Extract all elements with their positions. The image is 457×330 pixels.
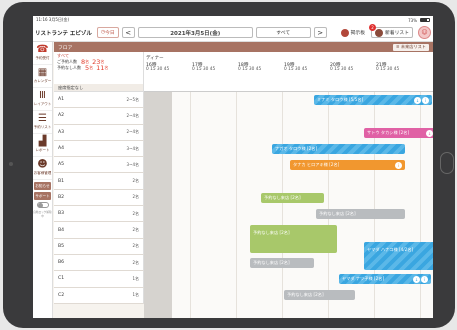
reservation-bar[interactable]: 予約なし来店 [2名] <box>261 193 324 203</box>
chart-icon: ▟ <box>38 136 47 147</box>
table-row[interactable]: A4 3~4名 <box>54 140 144 158</box>
summary-panel: すべて ご予約人数 8名 23 名 予約なし人数 5名 11 名 <box>54 52 144 84</box>
customers-icon: ☻ <box>37 159 48 170</box>
sidebar-item-customers[interactable]: ☻ お客様管理 <box>33 157 52 180</box>
auto-lock-toggle[interactable] <box>36 202 49 208</box>
minute-ticks: 0 15 30 45 <box>376 67 400 72</box>
table-row[interactable]: A3 2~4名 <box>54 124 144 141</box>
sidebar-item-report[interactable]: ▟ レポート <box>33 134 52 157</box>
new-list-button[interactable]: 新着リスト 2 <box>369 24 413 38</box>
notification-badge: 2 <box>369 24 376 31</box>
reservation-bar[interactable]: ヤマダ ナツ子様 [2名] ↓ i <box>339 274 431 284</box>
main-panel: フロア ≡ 未来店リスト すべて ご予約人数 8名 23 名 予約なし人数 5名 … <box>54 42 433 318</box>
battery-percent: 73% <box>408 17 417 23</box>
table-row[interactable]: B6 2名 <box>54 254 144 272</box>
app-screen: 11:16 3月5日(金) 73% リストランテ エピゾル ◷ 今日 < 2021… <box>33 16 433 318</box>
toggle-caption: 自動ロック解除中 <box>33 211 52 218</box>
camera-dot <box>9 162 13 166</box>
table-row[interactable]: B1 2名 <box>54 173 144 190</box>
reservation-bar[interactable]: ナガオ タロウ様 [2名] <box>272 144 405 154</box>
table-layout-icon: Ⅲ <box>39 90 46 101</box>
table-row[interactable]: A2 2~4名 <box>54 108 144 125</box>
table-row[interactable]: B2 2名 <box>54 189 144 207</box>
store-name: リストランテ エピゾル <box>35 30 92 37</box>
sidebar-item-calendar[interactable]: ▦ カレンダー <box>33 65 52 88</box>
support-button[interactable]: サポート <box>34 192 51 200</box>
reservation-bar[interactable]: 予約なし来店 [2名] <box>316 209 405 219</box>
date-selector[interactable]: 2021年3月5日(金) <box>137 27 253 38</box>
table-row[interactable]: B4 2名 <box>54 222 144 239</box>
sidebar-item-reception[interactable]: ☎ 予約受付 <box>33 42 52 65</box>
new-list-icon <box>375 28 383 37</box>
floor-label[interactable]: フロア <box>58 44 72 51</box>
info-icon: i <box>395 161 402 169</box>
minute-ticks: 0 15 30 45 <box>330 67 354 72</box>
unvisited-list-button[interactable]: ≡ 未来店リスト <box>393 43 429 51</box>
table-row[interactable]: B3 2名 <box>54 206 144 223</box>
seat-icon: ↓ <box>413 275 420 283</box>
seat-icon: ↓ <box>426 129 433 137</box>
status-bar: 11:16 3月5日(金) 73% <box>33 16 433 24</box>
today-button[interactable]: ◷ 今日 <box>96 27 119 38</box>
minute-ticks: 0 15 30 45 <box>192 67 216 72</box>
notice-board-button[interactable]: 掲示板 <box>337 27 368 38</box>
home-button[interactable] <box>440 152 454 174</box>
user-avatar[interactable]: ☺ <box>418 26 431 39</box>
info-icon: i <box>421 275 428 283</box>
elapsed-time-shade <box>144 92 172 318</box>
reservation-bar[interactable]: 予約なし来店 [2名] <box>250 225 337 253</box>
summary-row: 予約なし人数 5名 11 名 <box>57 64 109 72</box>
minute-ticks: 0 15 30 45 <box>146 67 170 72</box>
sidebar: ☎ 予約受付 ▦ カレンダー Ⅲ レイアウト ☰ 予約リスト ▟ レポート ☻ お客様管理 … <box>33 42 53 318</box>
prev-day-button[interactable]: < <box>121 27 135 38</box>
notice-button[interactable]: お知らせ <box>34 182 51 190</box>
sidebar-item-list[interactable]: ☰ 予約リスト <box>33 111 52 134</box>
phone-icon: ☎ <box>36 44 49 55</box>
battery-icon <box>420 18 430 22</box>
reservation-bar[interactable]: ヤマダ ハナコ様 [4/2名] <box>364 242 433 270</box>
info-icon: i <box>422 96 429 104</box>
table-row[interactable]: C1 1名 <box>54 271 144 288</box>
table-row[interactable]: A1 2~5名 <box>54 92 144 109</box>
sidebar-item-layout[interactable]: Ⅲ レイアウト <box>33 88 52 111</box>
period-label: ディナー <box>146 56 164 61</box>
minute-ticks: 0 15 30 45 <box>238 67 262 72</box>
filter-select[interactable]: すべて <box>255 27 311 38</box>
floor-bar: フロア ≡ 未来店リスト <box>54 42 433 52</box>
timeline-grid[interactable]: ミナミ タロウ様 [5/5名] ↓i サトウ タカシ様 [2名] ↓✎i ナガオ… <box>144 92 433 318</box>
status-time: 11:16 3月5日(金) <box>36 17 70 22</box>
table-row[interactable]: A5 3~4名 <box>54 157 144 174</box>
no-seat-row[interactable]: 座席指定なし <box>54 84 144 92</box>
calendar-icon: ▦ <box>37 67 48 78</box>
minute-ticks: 0 15 30 45 <box>284 67 308 72</box>
header-bar: リストランテ エピゾル ◷ 今日 < 2021年3月5日(金) すべて > 掲示板… <box>33 24 433 42</box>
board-icon <box>340 28 349 37</box>
reservation-bar[interactable]: 予約なし来店 [2名] <box>284 290 355 300</box>
timeline-header: ディナー 16時 17時 18時 19時 20時 21時 0 15 30 45 … <box>144 52 433 92</box>
seat-icon: ↓ <box>414 96 421 104</box>
reservation-bar[interactable]: 予約なし来店 [2名] <box>250 258 314 268</box>
table-row[interactable]: C2 1名 <box>54 287 144 304</box>
list-icon: ☰ <box>38 113 47 124</box>
table-list: A1 2~5名 A2 2~4名 A3 2~4名 A4 3~4名 A5 3~4名 B1 2名 … <box>54 92 144 304</box>
table-row[interactable]: B5 2名 <box>54 238 144 255</box>
tablet-frame: 11:16 3月5日(金) 73% リストランテ エピゾル ◷ 今日 < 2021… <box>3 2 455 328</box>
reservation-bar[interactable]: サトウ タカシ様 [2名] ↓✎i <box>364 128 433 138</box>
reservation-bar[interactable]: タナカ ヒロアキ様 [2名] i <box>290 160 405 170</box>
next-day-button[interactable]: > <box>313 27 327 38</box>
reservation-bar[interactable]: ミナミ タロウ様 [5/5名] ↓ i <box>314 95 432 105</box>
